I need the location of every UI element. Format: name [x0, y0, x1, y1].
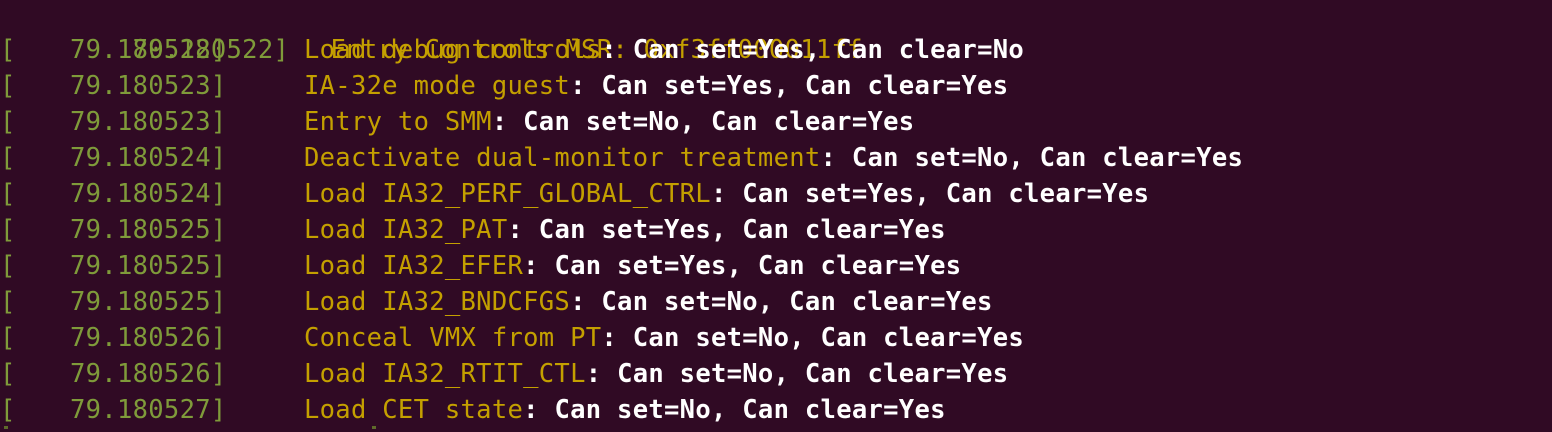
partially-visible-next-line	[0, 424, 1552, 432]
separator: :	[820, 143, 852, 173]
timestamp-open-bracket: [	[0, 143, 16, 173]
separator: :	[710, 179, 743, 209]
timestamp-open-bracket: [	[0, 323, 16, 353]
timestamp-close-bracket: ]	[210, 287, 227, 317]
log-line: [79.180524] Load IA32_PERF_GLOBAL_CTRL: C…	[0, 176, 1149, 212]
control-name: Conceal VMX from PT	[304, 323, 602, 353]
timestamp-open-bracket: [	[0, 215, 16, 245]
log-timestamp: 79.180522	[70, 35, 211, 65]
control-name: Load IA32_RTIT_CTL	[304, 359, 586, 389]
log-line: [79.180527] Load CET state: Can set=No, C…	[0, 392, 946, 428]
log-line-header: 79.180522] Entry Controls MSR: 0xf3ff0000…	[0, 0, 863, 65]
timestamp-close-bracket: ]	[210, 71, 227, 101]
control-capability: Can set=Yes, Can clear=Yes	[554, 251, 962, 281]
separator: :	[585, 359, 618, 389]
timestamp-open-bracket: [	[0, 107, 16, 137]
control-capability: Can set=No, Can clear=Yes	[601, 287, 993, 317]
log-timestamp: 79.180526	[70, 323, 211, 353]
timestamp-open-bracket: [	[0, 395, 16, 425]
log-timestamp: 79.180525	[70, 287, 211, 317]
control-name: Load debug controls	[304, 35, 602, 65]
control-capability: Can set=Yes, Can clear=Yes	[538, 215, 946, 245]
control-name: Load IA32_EFER	[304, 251, 524, 281]
log-timestamp: 79.180524	[70, 143, 211, 173]
separator: :	[570, 71, 602, 101]
timestamp-close-bracket: ]	[210, 107, 227, 137]
control-name: Load IA32_PAT	[304, 215, 508, 245]
control-name: IA-32e mode guest	[304, 71, 571, 101]
separator: :	[507, 215, 539, 245]
timestamp-open-bracket: [	[0, 359, 16, 389]
log-line: [79.180525] Load IA32_PAT: Can set=Yes, C…	[0, 212, 946, 248]
timestamp-close-bracket: ]	[210, 251, 227, 281]
log-timestamp: 79.180523	[70, 71, 211, 101]
timestamp-close-bracket: ]	[210, 215, 227, 245]
timestamp-open-bracket: [	[0, 179, 16, 209]
log-timestamp: 79.180524	[70, 179, 211, 209]
separator: :	[601, 35, 633, 65]
log-line: [79.180522] Load debug controls: Can set=…	[0, 32, 1024, 68]
log-line: [79.180526] Load IA32_RTIT_CTL: Can set=N…	[0, 356, 1008, 392]
control-capability: Can set=No, Can clear=Yes	[632, 323, 1025, 353]
control-name: Load IA32_BNDCFGS	[304, 287, 571, 317]
separator: :	[601, 323, 633, 353]
control-capability: Can set=No, Can clear=Yes	[617, 359, 1009, 389]
timestamp-open-bracket: [	[0, 251, 16, 281]
log-line: [79.180523] Entry to SMM: Can set=No, Can…	[0, 104, 914, 140]
log-line: [79.180525] Load IA32_BNDCFGS: Can set=No…	[0, 284, 993, 320]
log-line: [79.180523] IA-32e mode guest: Can set=Ye…	[0, 68, 1008, 104]
control-name: Deactivate dual-monitor treatment	[304, 143, 821, 173]
log-timestamp: 79.180523	[70, 107, 211, 137]
timestamp-close-bracket: ]	[210, 179, 227, 209]
timestamp-close-bracket: ]	[210, 143, 227, 173]
control-capability: Can set=No, Can clear=Yes	[851, 143, 1244, 173]
separator: :	[523, 395, 555, 425]
control-capability: Can set=Yes, Can clear=No	[632, 35, 1025, 65]
timestamp-close-bracket: ]	[210, 395, 227, 425]
control-capability: Can set=No, Can clear=Yes	[523, 107, 915, 137]
log-timestamp: 79.180525	[70, 215, 211, 245]
timestamp-close-bracket: ]	[210, 35, 227, 65]
control-capability: Can set=Yes, Can clear=Yes	[742, 179, 1150, 209]
timestamp-close-bracket: ]	[210, 323, 227, 353]
separator: :	[523, 251, 555, 281]
control-capability: Can set=Yes, Can clear=Yes	[601, 71, 1009, 101]
timestamp-close-bracket: ]	[210, 359, 227, 389]
timestamp-open-bracket: [	[0, 287, 16, 317]
timestamp-open-bracket: [	[0, 35, 16, 65]
terminal-output[interactable]: 79.180522] Entry Controls MSR: 0xf3ff0000…	[0, 0, 1552, 432]
timestamp-open-bracket: [	[0, 71, 16, 101]
log-timestamp: 79.180526	[70, 359, 211, 389]
separator: :	[491, 107, 524, 137]
separator: :	[570, 287, 602, 317]
control-name: Load CET state	[304, 395, 524, 425]
log-line: [79.180525] Load IA32_EFER: Can set=Yes, …	[0, 248, 961, 284]
control-capability: Can set=No, Can clear=Yes	[554, 395, 946, 425]
log-line: [79.180524] Deactivate dual-monitor treat…	[0, 140, 1243, 176]
log-line: [79.180526] Conceal VMX from PT: Can set=…	[0, 320, 1024, 356]
log-timestamp: 79.180525	[70, 251, 211, 281]
control-name: Entry to SMM	[304, 107, 492, 137]
control-name: Load IA32_PERF_GLOBAL_CTRL	[304, 179, 711, 209]
log-timestamp: 79.180527	[70, 395, 211, 425]
